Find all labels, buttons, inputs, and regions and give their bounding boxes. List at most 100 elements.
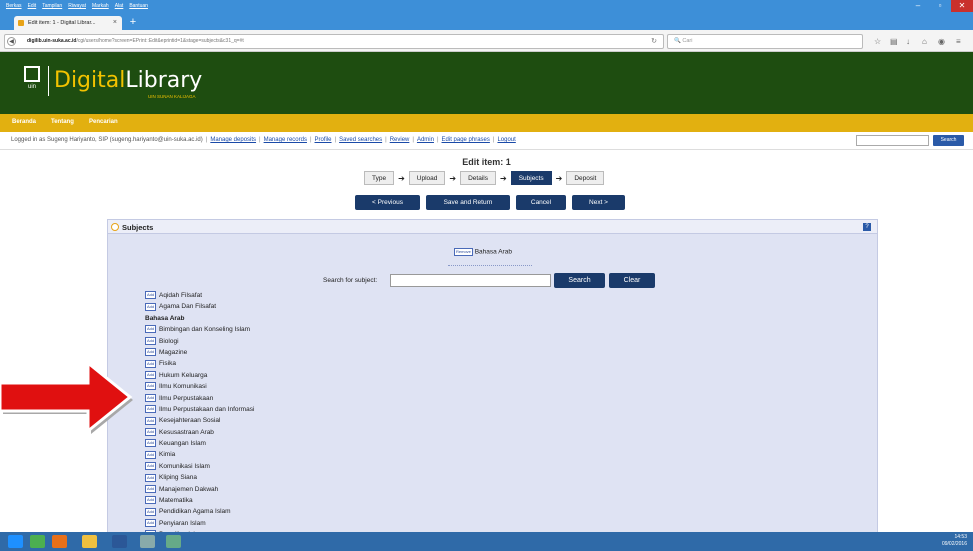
- subject-search-label: Search for subject:: [323, 277, 378, 284]
- add-subject-button[interactable]: Add: [145, 348, 156, 357]
- step-subjects[interactable]: Subjects: [510, 171, 552, 185]
- link-manage-records[interactable]: Manage records: [264, 137, 307, 143]
- word-icon[interactable]: [112, 535, 127, 548]
- step-upload[interactable]: Upload: [408, 171, 446, 185]
- nav-pencarian[interactable]: Pencarian: [89, 119, 118, 125]
- subject-label: Penyiaran Islam: [159, 519, 206, 527]
- subject-item: Add Aqidah Filsafat: [145, 290, 254, 301]
- add-subject-button[interactable]: Add: [145, 325, 156, 334]
- subject-item: Add Fisika: [145, 358, 254, 369]
- url-bar[interactable]: ◀ digilib.uin-suka.ac.id/cgi/users/home?…: [4, 34, 664, 49]
- user-bar: Logged in as Sugeng Hariyanto, SIP (suge…: [0, 132, 973, 150]
- logo-subtitle: UIN SUNAN KALIJAGA: [148, 94, 196, 99]
- add-subject-button[interactable]: Add: [145, 519, 156, 528]
- link-logout[interactable]: Logout: [497, 137, 515, 143]
- chrome-icon[interactable]: [30, 535, 45, 548]
- app-icon[interactable]: [140, 535, 155, 548]
- step-deposit[interactable]: Deposit: [566, 171, 605, 185]
- home-icon[interactable]: ⌂: [922, 37, 927, 46]
- hamburger-menu-icon[interactable]: ≡: [956, 37, 961, 46]
- ie-icon[interactable]: [8, 535, 23, 548]
- menu-item[interactable]: Riwayat: [68, 3, 86, 9]
- subject-label: Fisika: [159, 360, 176, 368]
- link-admin[interactable]: Admin: [417, 137, 434, 143]
- link-review[interactable]: Review: [390, 137, 410, 143]
- reload-icon[interactable]: ↻: [651, 35, 657, 48]
- add-subject-button[interactable]: Add: [145, 291, 156, 300]
- site-search-button[interactable]: Search: [933, 135, 964, 146]
- paint-icon[interactable]: [166, 535, 181, 548]
- action-buttons: < Previous Save and Return Cancel Next >: [0, 195, 973, 210]
- menu-item[interactable]: Markah: [92, 3, 109, 9]
- add-subject-button[interactable]: Add: [145, 393, 156, 402]
- favicon-icon: [18, 20, 24, 26]
- add-subject-button[interactable]: Add: [145, 382, 156, 391]
- subject-item: Add Biologi: [145, 336, 254, 347]
- add-subject-button[interactable]: Add: [145, 427, 156, 436]
- nav-beranda[interactable]: Beranda: [12, 119, 36, 125]
- step-type[interactable]: Type: [364, 171, 395, 185]
- save-return-button[interactable]: Save and Return: [426, 195, 510, 210]
- addon-icon[interactable]: ◉: [938, 37, 945, 46]
- subject-clear-button[interactable]: Clear: [609, 273, 655, 288]
- add-subject-button[interactable]: Add: [145, 507, 156, 516]
- explorer-icon[interactable]: [82, 535, 97, 548]
- subject-search-input[interactable]: [390, 274, 551, 287]
- selected-subject: Remove Bahasa Arab: [454, 248, 512, 256]
- menu-item[interactable]: Berkas: [6, 3, 22, 9]
- subject-item: Add Agama Dan Filsafat: [145, 301, 254, 312]
- close-icon[interactable]: ✕: [951, 0, 973, 12]
- reading-list-icon[interactable]: ▤: [890, 37, 898, 46]
- help-icon[interactable]: ?: [863, 223, 871, 231]
- link-saved-searches[interactable]: Saved searches: [339, 137, 382, 143]
- subject-item: Add Hukum Keluarga: [145, 370, 254, 381]
- back-icon[interactable]: ◀: [7, 37, 16, 46]
- windows-taskbar: 14:53 09/02/2016: [0, 532, 973, 551]
- site-search-input[interactable]: [856, 135, 929, 146]
- add-subject-button[interactable]: Add: [145, 484, 156, 493]
- minimize-icon[interactable]: –: [907, 0, 929, 12]
- subject-search-button[interactable]: Search: [554, 273, 605, 288]
- add-subject-button[interactable]: Add: [145, 302, 156, 311]
- collapse-icon[interactable]: [111, 223, 119, 231]
- firefox-icon[interactable]: [52, 535, 67, 548]
- menu-item[interactable]: Bantuan: [129, 3, 148, 9]
- logged-in-text: Logged in as Sugeng Hariyanto, SIP (suge…: [11, 137, 203, 143]
- browser-search-input[interactable]: 🔍 Cari: [667, 34, 863, 49]
- bookmark-star-icon[interactable]: ☆: [874, 37, 881, 46]
- link-manage-deposits[interactable]: Manage deposits: [210, 137, 256, 143]
- arrow-right-icon: ➔: [398, 173, 405, 183]
- nav-tentang[interactable]: Tentang: [51, 119, 74, 125]
- download-icon[interactable]: ↓: [906, 37, 910, 46]
- menu-item[interactable]: Tampilan: [42, 3, 62, 9]
- add-subject-button[interactable]: Add: [145, 439, 156, 448]
- new-tab-icon[interactable]: +: [125, 16, 141, 28]
- remove-button[interactable]: Remove: [454, 248, 473, 256]
- browser-tab[interactable]: Edit item: 1 - Digital Librar... ×: [14, 16, 122, 30]
- cancel-button[interactable]: Cancel: [516, 195, 566, 210]
- add-subject-button[interactable]: Add: [145, 359, 156, 368]
- previous-button[interactable]: < Previous: [355, 195, 420, 210]
- tab-close-icon[interactable]: ×: [113, 16, 117, 30]
- add-subject-button[interactable]: Add: [145, 473, 156, 482]
- tray-clock[interactable]: 14:53 09/02/2016: [942, 534, 967, 548]
- subjects-panel-header[interactable]: Subjects ?: [108, 220, 877, 234]
- menu-item[interactable]: Edit: [28, 3, 37, 9]
- link-profile[interactable]: Profile: [315, 137, 332, 143]
- browser-menu: Berkas Edit Tampilan Riwayat Markah Alat…: [6, 3, 148, 9]
- add-subject-button[interactable]: Add: [145, 405, 156, 414]
- browser-tabbar: Edit item: 1 - Digital Librar... × +: [0, 14, 973, 30]
- site-logo[interactable]: DigitalLibrary: [54, 68, 202, 93]
- maximize-icon[interactable]: ▫: [929, 0, 951, 12]
- add-subject-button[interactable]: Add: [145, 336, 156, 345]
- add-subject-button[interactable]: Add: [145, 450, 156, 459]
- step-details[interactable]: Details: [460, 171, 496, 185]
- add-subject-button[interactable]: Add: [145, 416, 156, 425]
- add-subject-button[interactable]: Add: [145, 496, 156, 505]
- link-edit-page-phrases[interactable]: Edit page phrases: [442, 137, 490, 143]
- next-button[interactable]: Next >: [572, 195, 625, 210]
- subject-item: Add Kimia: [145, 449, 254, 460]
- add-subject-button[interactable]: Add: [145, 371, 156, 380]
- menu-item[interactable]: Alat: [115, 3, 124, 9]
- add-subject-button[interactable]: Add: [145, 462, 156, 471]
